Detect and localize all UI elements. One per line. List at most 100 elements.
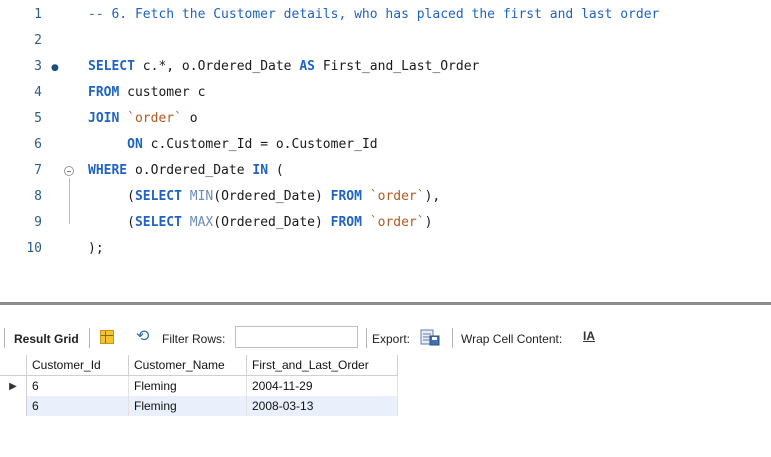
code-line[interactable]: 3 SELECT c.*, o.Ordered_Date AS First_and… [0, 54, 771, 80]
code-token: ); [88, 241, 104, 256]
column-header-first-and-last-order[interactable]: First_and_Last_Order [246, 355, 398, 376]
toolbar-separator [4, 328, 5, 348]
line-number: 7 [34, 163, 42, 178]
cell-first-and-last-order[interactable]: 2008-03-13 [246, 396, 398, 416]
line-number: 5 [34, 111, 42, 126]
code-token: MAX [189, 215, 214, 230]
grid-header-row: Customer_Id Customer_Name First_and_Last… [0, 355, 398, 376]
code-token: o.Ordered_Date [127, 163, 253, 178]
table-row[interactable]: ▶ 6 Fleming 2004-11-29 [0, 375, 398, 396]
code-line[interactable]: 7 WHERE o.Ordered_Date IN ( [0, 158, 771, 184]
cell-customer-id[interactable]: 6 [26, 396, 129, 416]
cell-customer-id[interactable]: 6 [26, 375, 129, 396]
code-token: WHERE [88, 163, 128, 178]
toolbar-separator [452, 328, 453, 348]
code-token: customer c [119, 85, 206, 100]
code-token: FROM [330, 189, 362, 204]
code-token: ( [268, 163, 284, 178]
code-token: SELECT [88, 59, 135, 74]
line-number: 6 [34, 137, 42, 152]
code-token: AS [299, 59, 315, 74]
code-token: c.*, o.Ordered_Date [134, 59, 300, 74]
code-text[interactable]: WHERE o.Ordered_Date IN ( [88, 158, 284, 184]
code-token: `order` [369, 189, 425, 204]
code-text[interactable]: -- 6. Fetch the Customer details, who ha… [88, 2, 659, 28]
fold-collapse-icon[interactable] [64, 166, 74, 176]
cell-first-and-last-order[interactable]: 2004-11-29 [246, 375, 398, 396]
code-token: ON [127, 137, 143, 152]
row-header [0, 396, 27, 416]
line-number: 3 [34, 59, 42, 74]
toolbar-separator [89, 328, 90, 348]
line-number: 10 [26, 241, 42, 256]
code-line[interactable]: 1 -- 6. Fetch the Customer details, who h… [0, 2, 771, 28]
code-token: ( [88, 189, 135, 204]
code-token: FROM [88, 85, 120, 100]
code-token: ( [88, 215, 135, 230]
code-token: c.Customer_Id = o.Customer_Id [142, 137, 378, 152]
fold-guide-line [69, 178, 70, 224]
code-token: SELECT [134, 189, 182, 204]
code-token: First_and_Last_Order [315, 59, 480, 74]
grid-view-icon[interactable] [100, 330, 114, 344]
table-row[interactable]: 6 Fleming 2008-03-13 [0, 396, 398, 416]
export-label: Export: [372, 332, 411, 346]
line-number: 8 [34, 189, 42, 204]
column-header-customer-name[interactable]: Customer_Name [128, 355, 247, 376]
code-token: `order` [127, 111, 182, 126]
sql-editor[interactable]: 1 -- 6. Fetch the Customer details, who h… [0, 0, 771, 275]
row-header-corner [0, 355, 27, 376]
code-text[interactable]: ON c.Customer_Id = o.Customer_Id [88, 132, 378, 158]
code-line[interactable]: 10); [0, 236, 771, 262]
refresh-icon[interactable]: ⟲ [136, 328, 149, 346]
code-token: JOIN [88, 111, 120, 126]
code-text[interactable]: (SELECT MIN(Ordered_Date) FROM `order`), [88, 184, 440, 210]
line-number: 9 [34, 215, 42, 230]
code-token: (Ordered_Date) [213, 215, 331, 230]
code-line[interactable]: 6 ON c.Customer_Id = o.Customer_Id [0, 132, 771, 158]
code-text[interactable]: FROM customer c [88, 80, 205, 106]
current-row-icon: ▶ [0, 375, 27, 396]
filter-rows-input[interactable] [235, 326, 358, 348]
cell-customer-name[interactable]: Fleming [128, 375, 247, 396]
code-text[interactable]: ); [88, 236, 104, 262]
code-line[interactable]: 8 (SELECT MIN(Ordered_Date) FROM `order`… [0, 184, 771, 210]
code-token: o [181, 111, 198, 126]
code-token: FROM [330, 215, 362, 230]
line-number: 2 [34, 33, 42, 48]
code-token: ), [424, 189, 441, 204]
code-text[interactable]: (SELECT MAX(Ordered_Date) FROM `order`) [88, 210, 432, 236]
cell-customer-name[interactable]: Fleming [128, 396, 247, 416]
statement-marker-icon: ● [51, 63, 59, 73]
code-token: `order` [369, 215, 425, 230]
filter-rows-label: Filter Rows: [162, 332, 226, 346]
code-line[interactable]: 9 (SELECT MAX(Ordered_Date) FROM `order`… [0, 210, 771, 236]
result-grid[interactable]: Customer_Id Customer_Name First_and_Last… [0, 355, 398, 416]
code-token: (Ordered_Date) [213, 189, 331, 204]
code-token: ) [424, 215, 433, 230]
code-token: SELECT [134, 215, 182, 230]
code-token: MIN [189, 189, 214, 204]
code-line[interactable]: 5 JOIN `order` o [0, 106, 771, 132]
wrap-cell-content-icon[interactable]: IA [583, 329, 595, 343]
wrap-cell-content-label: Wrap Cell Content: [461, 332, 563, 346]
panel-splitter[interactable] [0, 302, 771, 305]
code-text[interactable]: JOIN `order` o [88, 106, 198, 132]
code-line[interactable]: 2 [0, 28, 771, 54]
code-text[interactable]: SELECT c.*, o.Ordered_Date AS First_and_… [88, 54, 479, 80]
result-grid-tab[interactable]: Result Grid [14, 332, 79, 346]
column-header-customer-id[interactable]: Customer_Id [26, 355, 129, 376]
result-toolbar: Result Grid ⟲ Filter Rows: Export: Wrap … [0, 325, 771, 352]
line-number: 1 [34, 7, 42, 22]
code-token: -- 6. Fetch the Customer details, who ha… [88, 7, 660, 22]
toolbar-separator [366, 328, 367, 348]
export-icon[interactable] [420, 328, 440, 346]
code-line[interactable]: 4 FROM customer c [0, 80, 771, 106]
code-token: IN [252, 163, 269, 178]
